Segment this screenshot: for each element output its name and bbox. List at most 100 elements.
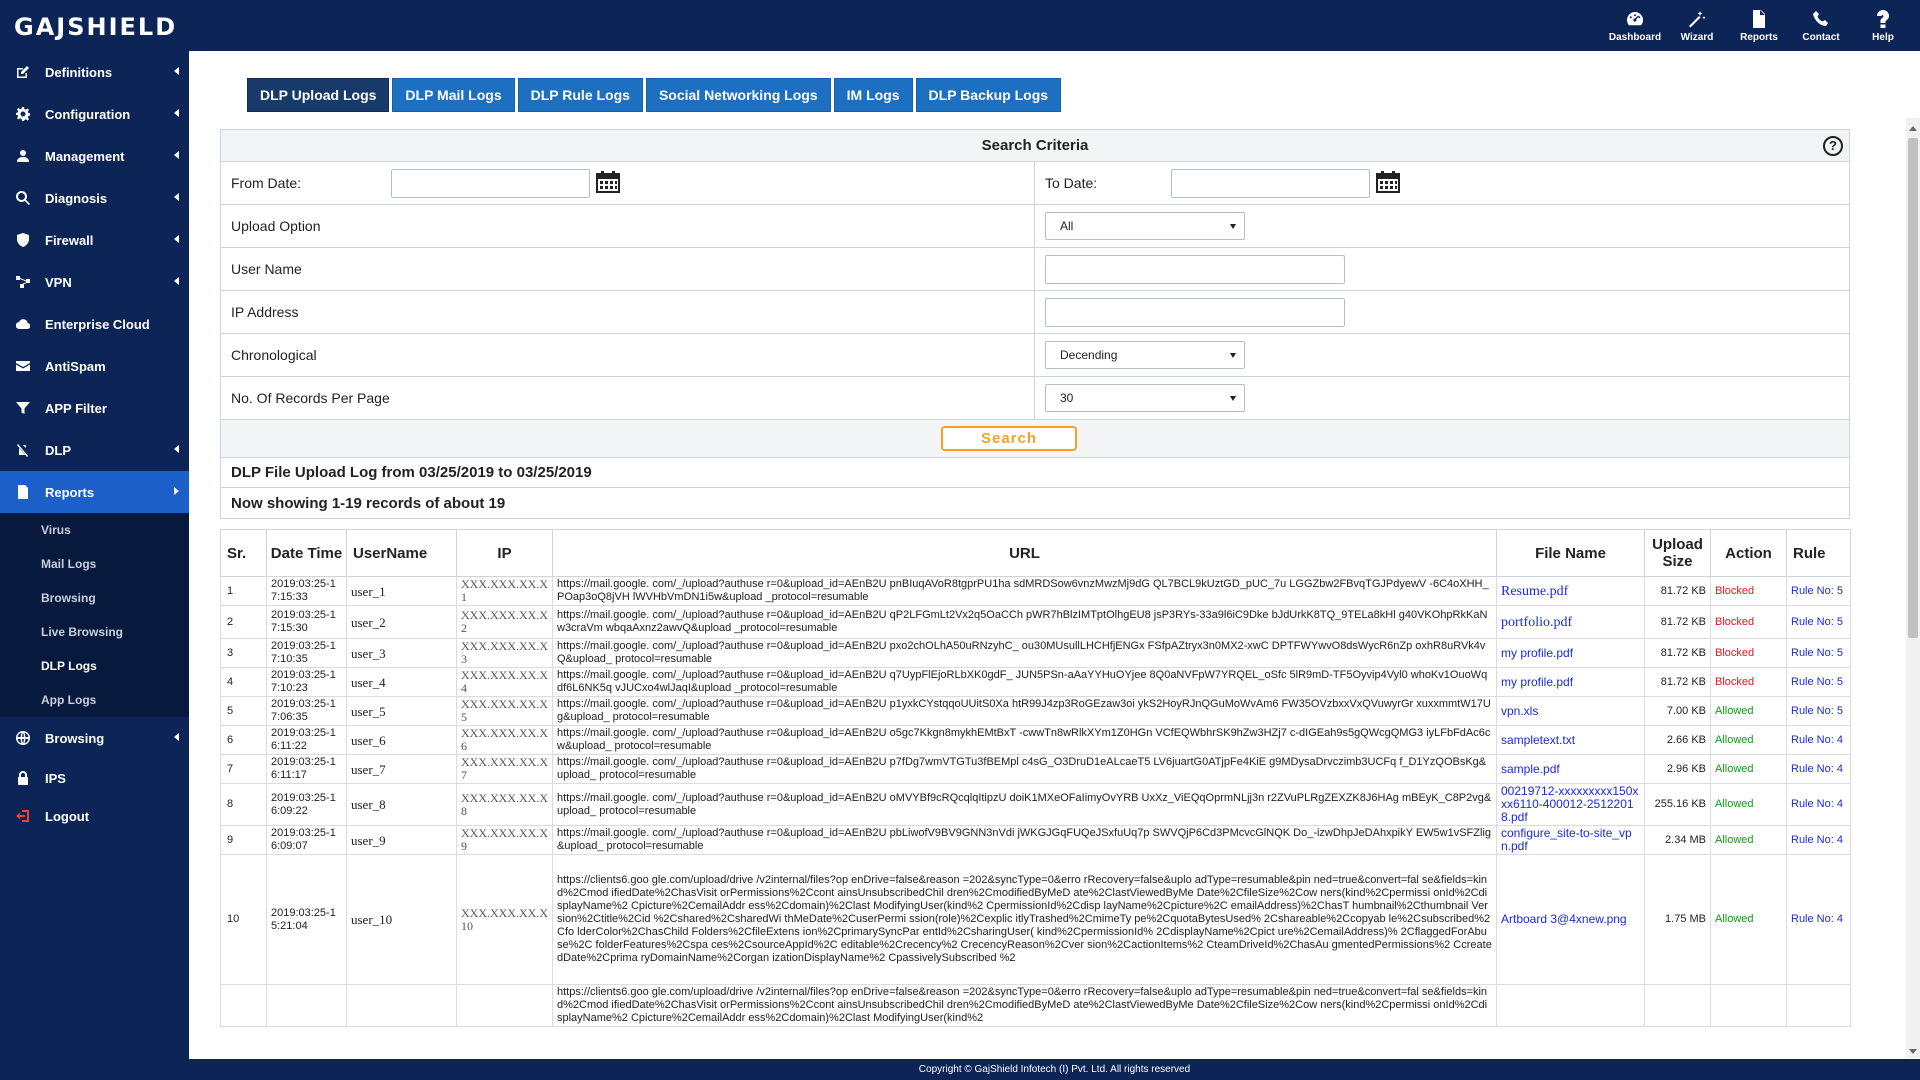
from-date-input[interactable] — [391, 168, 590, 198]
cell-file-name-link[interactable]: vpn.xls — [1496, 696, 1645, 726]
user-name-input[interactable] — [1045, 254, 1345, 284]
question-icon[interactable]: ? — [1823, 136, 1843, 156]
col-header-action[interactable]: Action — [1710, 529, 1787, 577]
submenu-item-virus[interactable]: Virus — [0, 513, 189, 547]
submenu-item-dlp-logs[interactable]: DLP Logs — [0, 649, 189, 683]
sidebar-item-definitions[interactable]: Definitions — [0, 51, 189, 93]
cell-upload-size: 2.66 KB — [1644, 725, 1711, 755]
cell-rule-link[interactable]: Rule No: 4 — [1786, 854, 1851, 985]
document-icon — [18, 485, 28, 499]
dashboard-icon — [1627, 11, 1643, 25]
tab-dlp-rule-logs[interactable]: DLP Rule Logs — [517, 78, 643, 112]
calendar-icon[interactable] — [1376, 171, 1400, 193]
cell-rule-link[interactable]: Rule No: 4 — [1786, 783, 1851, 826]
submenu-item-mail-logs[interactable]: Mail Logs — [0, 547, 189, 581]
tab-dlp-backup-logs[interactable]: DLP Backup Logs — [915, 78, 1062, 112]
topnav-reports[interactable]: Reports — [1728, 0, 1790, 51]
sidebar-item-configuration[interactable]: Configuration — [0, 93, 189, 135]
sidebar-item-reports[interactable]: Reports — [0, 471, 189, 513]
cell-file-name-link[interactable]: sampletext.txt — [1496, 725, 1645, 755]
scroll-up-arrow-icon[interactable] — [1909, 126, 1917, 131]
col-header-sr[interactable]: Sr. — [220, 529, 267, 577]
sidebar-item-browsing[interactable]: Browsing — [0, 717, 189, 759]
search-button[interactable]: Search — [941, 426, 1077, 451]
tab-dlp-mail-logs[interactable]: DLP Mail Logs — [392, 78, 515, 112]
calendar-icon[interactable] — [596, 171, 620, 193]
cell-url: https://mail.google. com/_/upload?authus… — [552, 605, 1497, 639]
cell-file-name-link[interactable]: portfolio.pdf — [1496, 605, 1645, 639]
tab-im-logs[interactable]: IM Logs — [833, 78, 913, 112]
tab-social-networking-logs[interactable]: Social Networking Logs — [645, 78, 831, 112]
submenu-item-app-logs[interactable]: App Logs — [0, 683, 189, 717]
records-per-page-select[interactable]: 30 — [1045, 384, 1245, 412]
sidebar-item-label: Diagnosis — [45, 190, 108, 206]
sidebar-item-label: DLP — [45, 442, 71, 458]
sidebar-item-diagnosis[interactable]: Diagnosis — [0, 177, 189, 219]
col-header-rule[interactable]: Rule — [1786, 529, 1851, 577]
cell-file-name-link[interactable]: 00219712-xxxxxxxxx150xxx6110-400012-2512… — [1496, 783, 1645, 826]
cell-file-name-link[interactable]: Artboard 3@4xnew.png — [1496, 854, 1645, 985]
log-tabs: DLP Upload Logs DLP Mail Logs DLP Rule L… — [247, 78, 1064, 112]
sidebar-item-label: Reports — [45, 484, 95, 500]
date-row: From Date: To Date: — [221, 162, 1849, 205]
cell-rule-link[interactable]: Rule No: 5 — [1786, 696, 1851, 726]
scroll-down-arrow-icon[interactable] — [1909, 1049, 1917, 1054]
cell-upload-size: 2.34 MB — [1644, 825, 1711, 855]
cell-file-name-link[interactable]: my profile.pdf — [1496, 638, 1645, 668]
cell-file-name-link[interactable]: my profile.pdf — [1496, 667, 1645, 697]
cell-rule-link[interactable]: Rule No: 4 — [1786, 754, 1851, 784]
cell-rule-link[interactable]: Rule No: 4 — [1786, 825, 1851, 855]
cell-action: Allowed — [1710, 854, 1787, 985]
col-header-url[interactable]: URL — [552, 529, 1497, 577]
sidebar-item-management[interactable]: Management — [0, 135, 189, 177]
cell-rule-link[interactable]: Rule No: 5 — [1786, 605, 1851, 639]
sidebar-item-app-filter[interactable]: APP Filter — [0, 387, 189, 429]
table-row: 6 2019:03:25-16:11:22 user_6 XXX.XXX.XX.… — [220, 725, 1851, 755]
scroll-thumb[interactable] — [1908, 138, 1918, 638]
sidebar-item-antispam[interactable]: AntiSpam — [0, 345, 189, 387]
cell-rule-link[interactable]: Rule No: 4 — [1786, 725, 1851, 755]
chronological-select[interactable]: Decending — [1045, 341, 1245, 369]
cell-rule-link[interactable]: Rule No: 5 — [1786, 638, 1851, 668]
topnav-dashboard[interactable]: Dashboard — [1604, 0, 1666, 51]
cell-file-name-link[interactable]: sample.pdf — [1496, 754, 1645, 784]
from-date-label: From Date: — [231, 175, 302, 191]
to-date-input[interactable] — [1171, 168, 1370, 198]
topnav-contact[interactable]: Contact — [1790, 0, 1852, 51]
cell-rule-link[interactable] — [1786, 984, 1851, 1027]
col-header-file-name[interactable]: File Name — [1496, 529, 1645, 577]
table-row: 2 2019:03:25-17:15:30 user_2 XXX.XXX.XX.… — [220, 605, 1851, 639]
cell-file-name-link[interactable] — [1496, 984, 1645, 1027]
globe-icon — [16, 731, 30, 745]
sidebar-item-enterprise-cloud[interactable]: Enterprise Cloud — [0, 303, 189, 345]
to-date-label: To Date: — [1045, 175, 1098, 191]
panel-title: Search Criteria — [981, 137, 1089, 154]
col-header-ip[interactable]: IP — [456, 529, 553, 577]
sidebar-item-dlp[interactable]: DLP — [0, 429, 189, 471]
upload-option-row: Upload Option All — [221, 205, 1849, 248]
sidebar-item-firewall[interactable]: Firewall — [0, 219, 189, 261]
cell-rule-link[interactable]: Rule No: 5 — [1786, 667, 1851, 697]
cell-file-name-link[interactable]: configure_site-to-site_vpn.pdf — [1496, 825, 1645, 855]
vertical-scrollbar[interactable] — [1906, 118, 1920, 1058]
cell-upload-size: 81.72 KB — [1644, 605, 1711, 639]
submenu-item-browsing[interactable]: Browsing — [0, 581, 189, 615]
user-icon — [17, 150, 29, 162]
ip-address-input[interactable] — [1045, 297, 1345, 327]
sidebar-item-logout[interactable]: Logout — [0, 797, 189, 835]
upload-option-select[interactable]: All — [1045, 212, 1245, 240]
col-header-date-time[interactable]: Date Time — [266, 529, 347, 577]
cell-rule-link[interactable]: Rule No: 5 — [1786, 576, 1851, 606]
cell-file-name-link[interactable]: Resume.pdf — [1496, 576, 1645, 606]
table-row: 10 2019:03:25-15:21:04 user_10 XXX.XXX.X… — [220, 854, 1851, 985]
submenu-item-live-browsing[interactable]: Live Browsing — [0, 615, 189, 649]
col-header-upload-size[interactable]: Upload Size — [1644, 529, 1711, 577]
sidebar-item-ips[interactable]: IPS — [0, 759, 189, 797]
sidebar-item-vpn[interactable]: VPN — [0, 261, 189, 303]
topnav-help[interactable]: Help — [1852, 0, 1914, 51]
tab-dlp-upload-logs[interactable]: DLP Upload Logs — [247, 78, 390, 112]
gajshield-logo[interactable]: GAJSHIELD — [14, 13, 177, 41]
col-header-username[interactable]: UserName — [346, 529, 457, 577]
topnav-wizard[interactable]: Wizard — [1666, 0, 1728, 51]
cell-ip: XXX.XXX.XX.X4 — [456, 667, 553, 697]
